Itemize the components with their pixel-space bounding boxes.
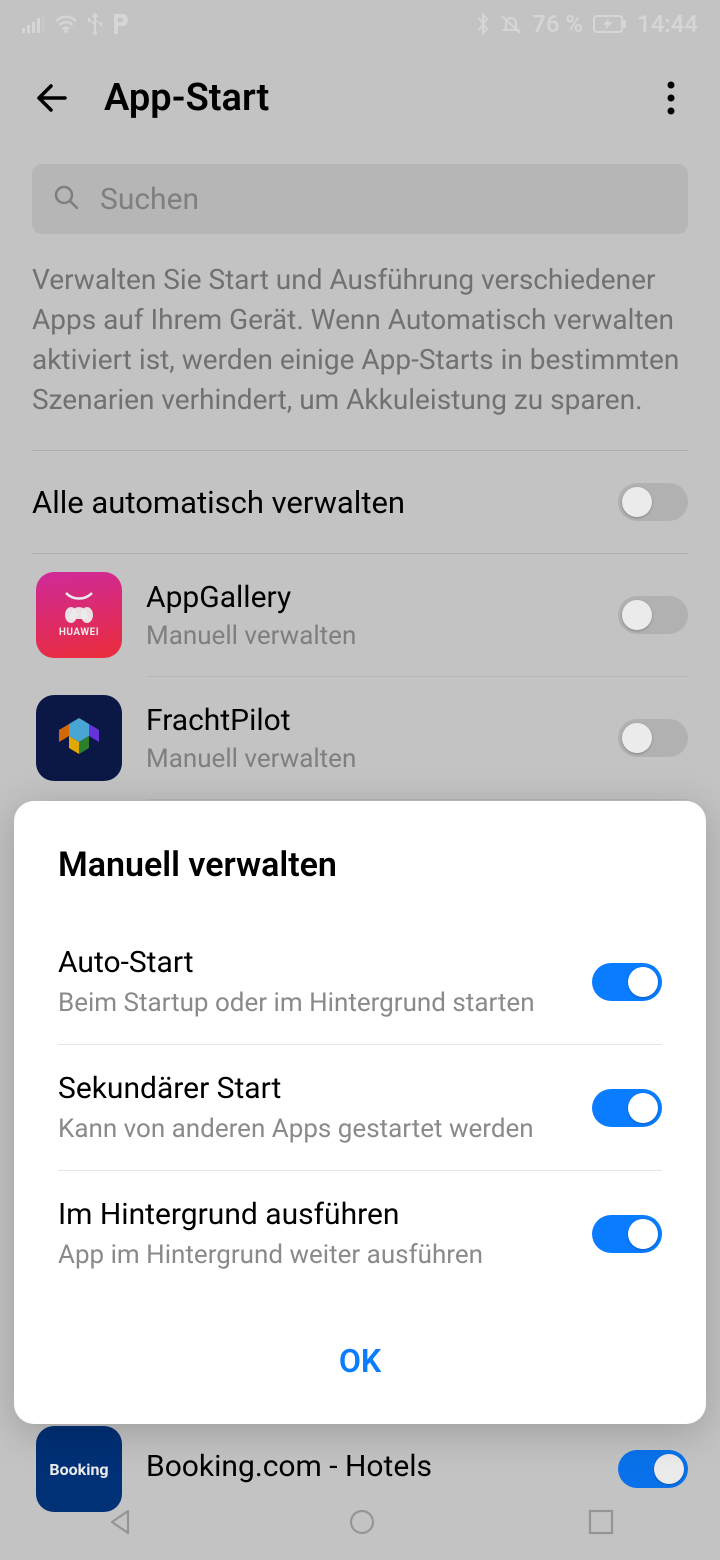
screen: 76 % 14:44 App-Start Suchen Verwalten Si… bbox=[0, 0, 720, 1560]
dialog-ok-button[interactable]: OK bbox=[14, 1296, 706, 1424]
dialog-row-title: Auto-Start bbox=[58, 945, 535, 980]
dialog-row-subtitle: Beim Startup oder im Hintergrund starten bbox=[58, 988, 535, 1018]
manage-dialog: Manuell verwalten Auto-Start Beim Startu… bbox=[14, 801, 706, 1424]
dialog-title: Manuell verwalten bbox=[14, 845, 706, 919]
dialog-row-background[interactable]: Im Hintergrund ausführen App im Hintergr… bbox=[14, 1171, 706, 1296]
dialog-row-subtitle: App im Hintergrund weiter ausführen bbox=[58, 1240, 483, 1270]
dialog-toggle[interactable] bbox=[592, 1089, 662, 1127]
dialog-row-title: Sekundärer Start bbox=[58, 1071, 534, 1106]
dialog-row-autostart[interactable]: Auto-Start Beim Startup oder im Hintergr… bbox=[14, 919, 706, 1044]
dialog-row-title: Im Hintergrund ausführen bbox=[58, 1197, 483, 1232]
dialog-row-subtitle: Kann von anderen Apps gestartet werden bbox=[58, 1114, 534, 1144]
dialog-row-secondary[interactable]: Sekundärer Start Kann von anderen Apps g… bbox=[14, 1045, 706, 1170]
dialog-toggle[interactable] bbox=[592, 963, 662, 1001]
dialog-toggle[interactable] bbox=[592, 1215, 662, 1253]
